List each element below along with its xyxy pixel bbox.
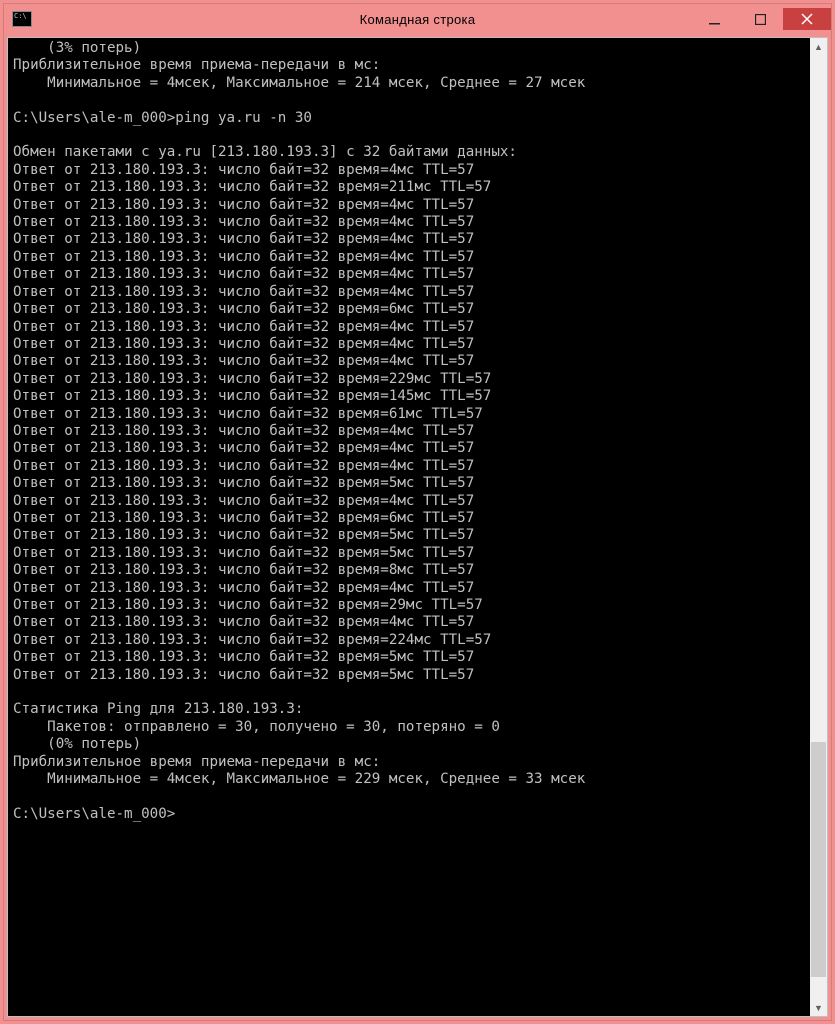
maximize-button[interactable] <box>737 8 783 30</box>
minimize-button[interactable] <box>691 8 737 30</box>
terminal-output[interactable]: (3% потерь) Приблизительное время приема… <box>8 38 810 1016</box>
command-prompt-window: C:\ Командная строка (3% потерь) Приблиз… <box>3 3 832 1021</box>
vertical-scrollbar[interactable]: ▲ ▼ <box>810 38 827 1016</box>
scroll-thumb[interactable] <box>811 742 826 977</box>
scroll-down-button[interactable]: ▼ <box>810 999 827 1016</box>
scroll-up-button[interactable]: ▲ <box>810 38 827 55</box>
titlebar[interactable]: C:\ Командная строка <box>4 4 831 34</box>
close-button[interactable] <box>783 8 831 30</box>
client-area: (3% потерь) Приблизительное время приема… <box>4 34 831 1020</box>
terminal-wrapper: (3% потерь) Приблизительное время приема… <box>7 37 828 1017</box>
window-controls <box>691 4 831 34</box>
